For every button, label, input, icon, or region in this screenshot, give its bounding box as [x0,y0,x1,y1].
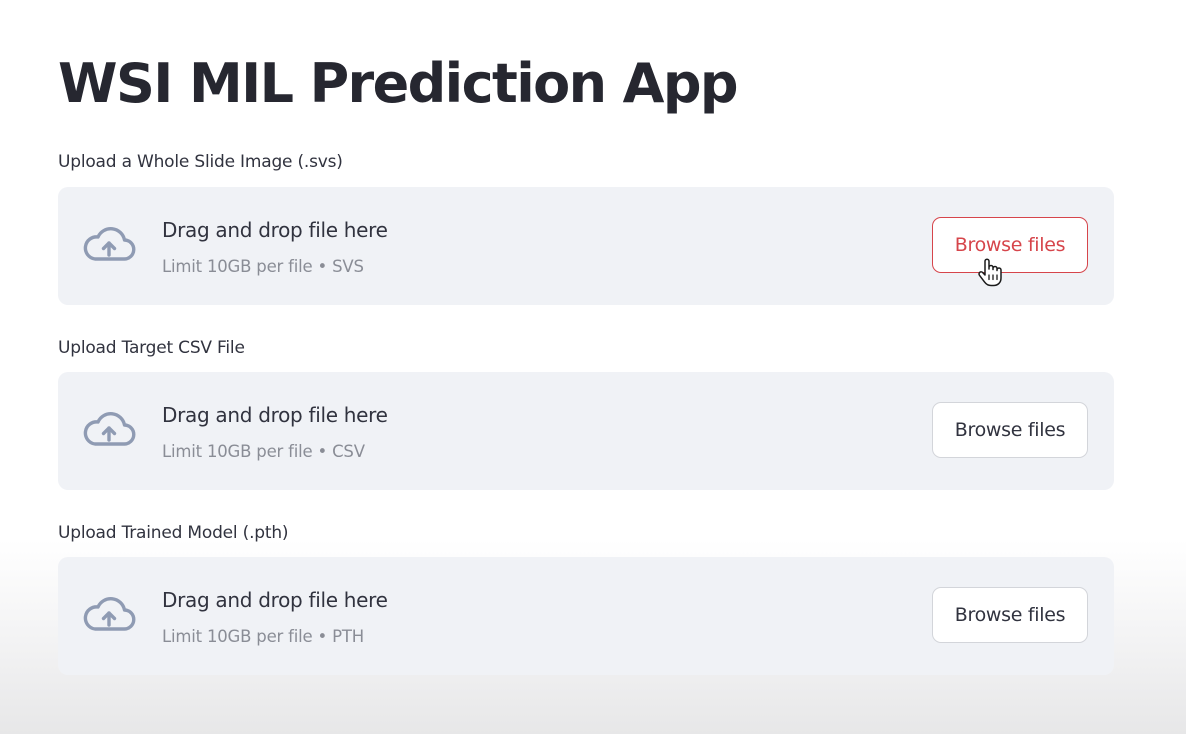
pth-upload-label: Upload Trained Model (.pth) [58,523,289,543]
browse-files-button-pth[interactable]: Browse files [932,587,1088,643]
upload-cloud-icon [83,412,136,446]
dropzone-limit-text: Limit 10GB per file • SVS [162,257,364,276]
dropzone-instructions: Drag and drop file here [162,403,388,427]
dropzone-instructions: Drag and drop file here [162,218,388,242]
csv-dropzone[interactable]: Drag and drop file here Limit 10GB per f… [58,372,1114,490]
csv-upload-label: Upload Target CSV File [58,338,245,358]
pth-dropzone[interactable]: Drag and drop file here Limit 10GB per f… [58,557,1114,675]
dropzone-instructions: Drag and drop file here [162,588,388,612]
browse-files-button-svs[interactable]: Browse files [932,217,1088,273]
dropzone-limit-text: Limit 10GB per file • PTH [162,627,364,646]
dropzone-limit-text: Limit 10GB per file • CSV [162,442,365,461]
hand-pointer-cursor-icon [978,258,1002,287]
svs-dropzone[interactable]: Drag and drop file here Limit 10GB per f… [58,187,1114,305]
upload-cloud-icon [83,227,136,261]
svs-upload-label: Upload a Whole Slide Image (.svs) [58,152,343,172]
browse-files-button-csv[interactable]: Browse files [932,402,1088,458]
upload-cloud-icon [83,597,136,631]
page-title: WSI MIL Prediction App [58,52,739,115]
